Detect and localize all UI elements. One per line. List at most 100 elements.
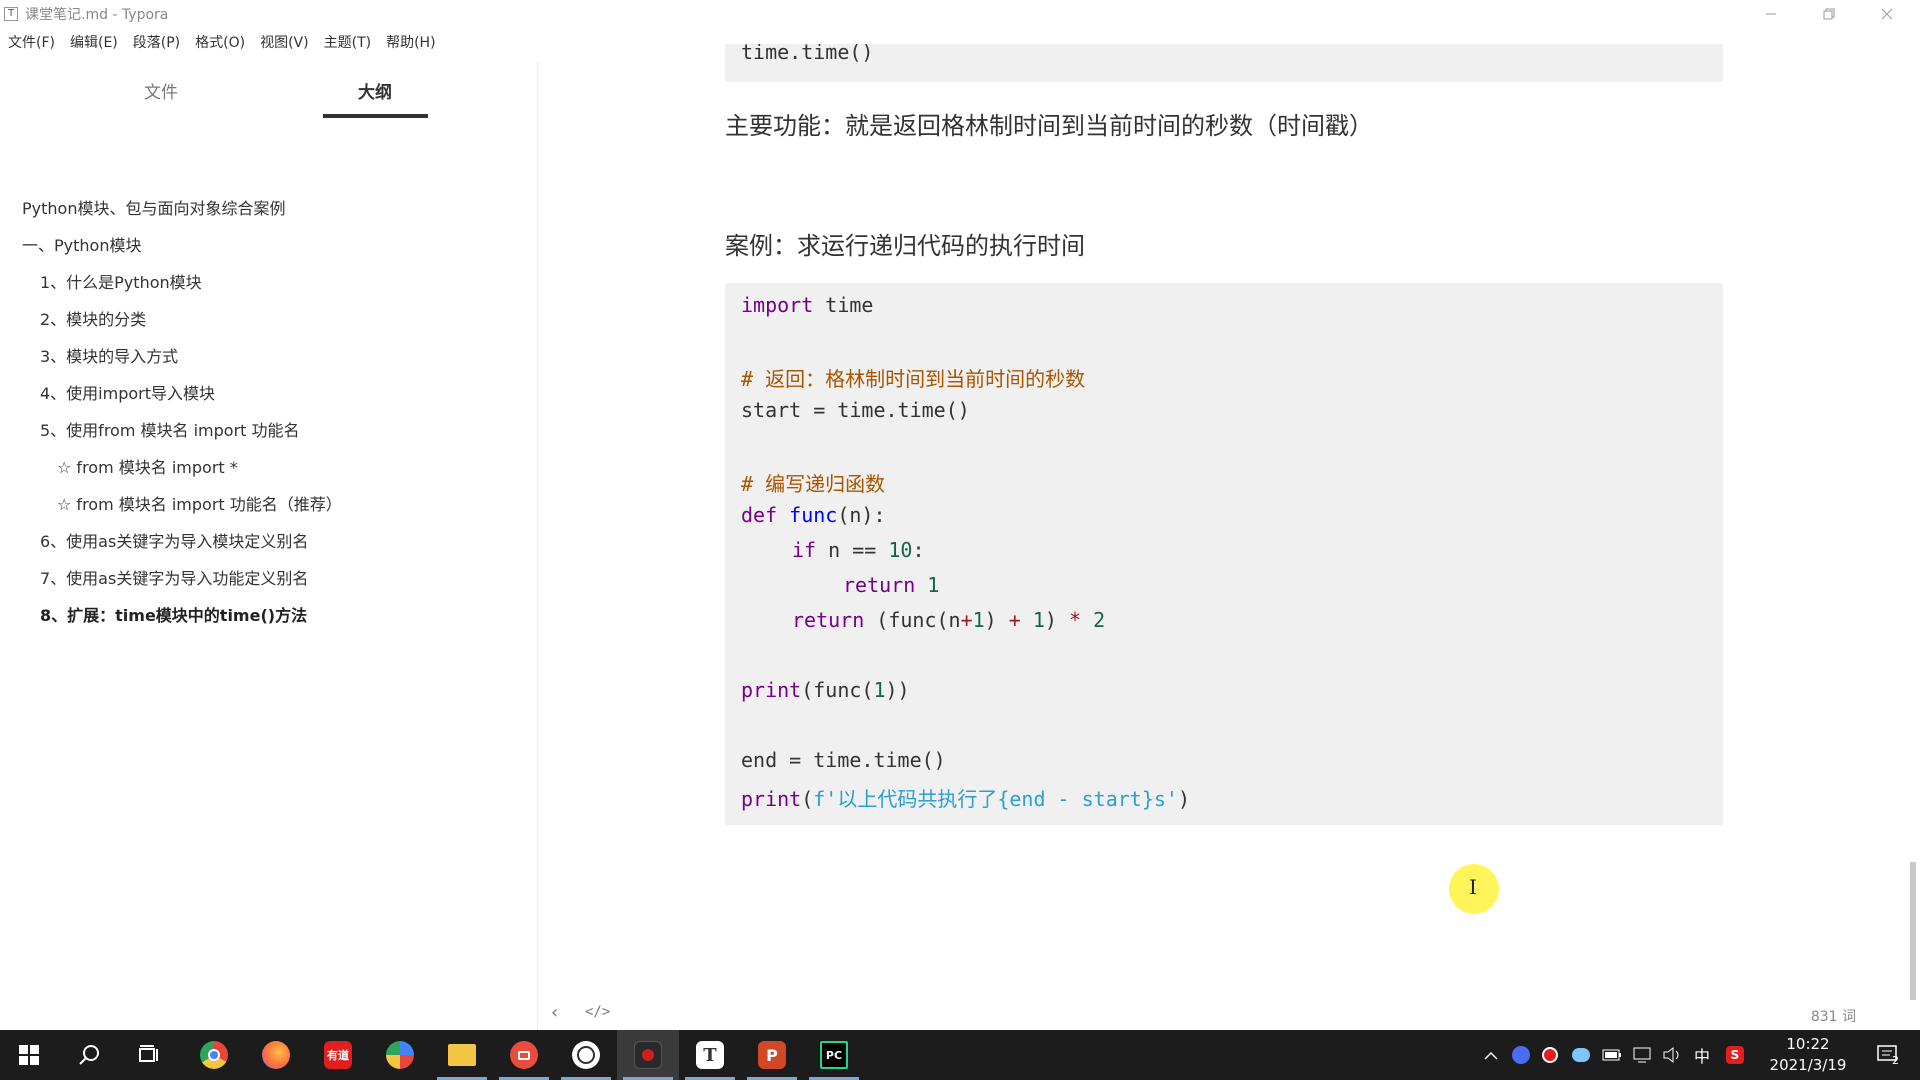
tab-files[interactable]: 文件 — [144, 78, 178, 103]
code-line: time.time() — [741, 44, 874, 64]
taskbar-app-chrome[interactable] — [183, 1030, 245, 1080]
clock-date: 2021/3/19 — [1769, 1056, 1847, 1074]
tray-overflow-button[interactable] — [1484, 1030, 1498, 1080]
typora-app-icon: T — [4, 7, 18, 21]
screen-recorder-icon — [510, 1041, 538, 1069]
tray-app-2[interactable] — [1542, 1030, 1558, 1080]
main-function-text[interactable]: 主要功能：就是返回格林制时间到当前时间的秒数（时间戳） — [725, 106, 1373, 141]
youdao-icon: 有道 — [324, 1041, 352, 1069]
record-dot-icon — [1542, 1047, 1558, 1063]
menu-paragraph[interactable]: 段落(P) — [133, 32, 180, 52]
code-line-8: if n == 10: — [792, 538, 925, 562]
menu-theme[interactable]: 主题(T) — [324, 32, 371, 52]
speaker-icon — [1663, 1046, 1679, 1064]
taskbar-app-firefox[interactable] — [245, 1030, 307, 1080]
search-button[interactable] — [60, 1030, 118, 1080]
tray-app-1[interactable] — [1512, 1030, 1530, 1080]
taskbar-app-record[interactable] — [617, 1030, 679, 1080]
outline-item-5[interactable]: 5、使用from 模块名 import 功能名 — [40, 417, 300, 441]
code-line-4: start = time.time() — [741, 398, 970, 422]
clock-app-icon — [572, 1041, 600, 1069]
outline-item-2[interactable]: 2、模块的分类 — [40, 306, 146, 330]
battery-icon — [1602, 1049, 1621, 1061]
taskbar-app-clock[interactable] — [555, 1030, 617, 1080]
ime-indicator[interactable]: 中 — [1694, 1030, 1710, 1080]
taskbar-app-pycharm[interactable]: PC — [803, 1030, 865, 1080]
outline-item-7[interactable]: 7、使用as关键字为导入功能定义别名 — [40, 565, 308, 589]
outline-item-python-module[interactable]: 一、Python模块 — [22, 232, 141, 256]
task-view-icon — [139, 1045, 158, 1062]
outline-item-1[interactable]: 1、什么是Python模块 — [40, 269, 202, 293]
sogou-icon: S — [1726, 1046, 1744, 1064]
outline-item-5b[interactable]: ☆ from 模块名 import 功能名（推荐） — [57, 491, 342, 515]
close-icon — [1881, 8, 1893, 20]
restore-button[interactable] — [1800, 0, 1858, 28]
taskbar-app-youdao[interactable]: 有道 — [307, 1030, 369, 1080]
clock-time: 10:22 — [1786, 1035, 1830, 1053]
editor-area[interactable]: time.time() 主要功能：就是返回格林制时间到当前时间的秒数（时间戳） … — [539, 28, 1920, 1028]
window-title: 课堂笔记.md - Typora — [25, 7, 169, 23]
windows-taskbar: 有道 T P PC 中 S 10:22 2021/3/19 2 — [0, 1030, 1920, 1080]
code-block-previous[interactable]: time.time() — [725, 44, 1723, 82]
task-view-button[interactable] — [120, 1030, 178, 1080]
powerpoint-icon: P — [758, 1041, 786, 1069]
code-line-1: import time — [741, 293, 874, 317]
search-icon — [79, 1045, 99, 1065]
restore-icon — [1823, 8, 1835, 20]
code-line-7: def func(n): — [741, 503, 886, 527]
battery-button[interactable] — [1602, 1030, 1622, 1080]
folder-icon — [448, 1044, 476, 1066]
taskbar-app-recorder[interactable] — [493, 1030, 555, 1080]
toggle-sidebar-button[interactable]: ‹ — [551, 1002, 558, 1023]
notification-count-badge: 2 — [1892, 1054, 1899, 1067]
source-code-mode-button[interactable]: </> — [585, 1004, 610, 1020]
tray-app-sogou[interactable]: S — [1726, 1030, 1744, 1080]
menu-view[interactable]: 视图(V) — [260, 32, 309, 52]
code-line-15: print(f'以上代码共执行了{end - start}s') — [741, 787, 1191, 811]
windows-logo-icon — [19, 1045, 39, 1065]
case-heading[interactable]: 案例：求运行递归代码的执行时间 — [725, 226, 1085, 261]
cloud-icon — [1572, 1048, 1590, 1062]
taskbar-app-photos[interactable] — [369, 1030, 431, 1080]
code-line-10: return (func(n+1) + 1) * 2 — [792, 608, 1106, 632]
taskbar-app-typora[interactable]: T — [679, 1030, 741, 1080]
system-clock[interactable]: 10:22 2021/3/19 — [1760, 1034, 1856, 1076]
close-button[interactable] — [1858, 0, 1916, 28]
menu-file[interactable]: 文件(F) — [8, 32, 55, 52]
taskbar-app-powerpoint[interactable]: P — [741, 1030, 803, 1080]
tab-outline[interactable]: 大纲 — [358, 78, 392, 103]
text-cursor-icon: I — [1469, 875, 1477, 899]
word-count[interactable]: 831 词 — [1811, 1006, 1856, 1026]
firefox-icon — [262, 1041, 290, 1069]
sidebar-tabs: 文件 大纲 — [0, 62, 537, 120]
outline-item-8-active[interactable]: 8、扩展：time模块中的time()方法 — [40, 602, 307, 626]
minimize-button[interactable] — [1742, 0, 1800, 28]
pause-icon — [1512, 1046, 1530, 1064]
sidebar: 文件 大纲 Python模块、包与面向对象综合案例 一、Python模块 1、什… — [0, 62, 538, 1030]
taskbar-app-explorer[interactable] — [431, 1030, 493, 1080]
outline-item-6[interactable]: 6、使用as关键字为导入模块定义别名 — [40, 528, 308, 552]
outline-item-4[interactable]: 4、使用import导入模块 — [40, 380, 215, 404]
chrome-icon — [200, 1041, 228, 1069]
code-line-9: return 1 — [843, 573, 940, 597]
code-line-12: print(func(1)) — [741, 678, 910, 702]
menu-format[interactable]: 格式(O) — [195, 32, 245, 52]
outline-item-h1[interactable]: Python模块、包与面向对象综合案例 — [22, 195, 285, 219]
notification-center-button[interactable]: 2 — [1868, 1030, 1908, 1080]
network-icon — [1633, 1047, 1651, 1063]
code-line-3: # 返回：格林制时间到当前时间的秒数 — [741, 367, 1086, 391]
record-icon — [634, 1041, 662, 1069]
chevron-up-icon — [1484, 1051, 1498, 1060]
volume-button[interactable] — [1662, 1030, 1682, 1080]
menu-edit[interactable]: 编辑(E) — [70, 32, 118, 52]
outline-item-5a[interactable]: ☆ from 模块名 import * — [57, 454, 238, 478]
code-line-14: end = time.time() — [741, 748, 946, 772]
active-tab-indicator — [323, 114, 428, 118]
code-block[interactable]: import time # 返回：格林制时间到当前时间的秒数 start = t… — [725, 283, 1723, 825]
tray-app-3[interactable] — [1572, 1030, 1590, 1080]
outline-item-3[interactable]: 3、模块的导入方式 — [40, 343, 178, 367]
start-button[interactable] — [0, 1030, 58, 1080]
network-button[interactable] — [1632, 1030, 1652, 1080]
pycharm-icon: PC — [820, 1041, 848, 1069]
menu-help[interactable]: 帮助(H) — [386, 32, 435, 52]
